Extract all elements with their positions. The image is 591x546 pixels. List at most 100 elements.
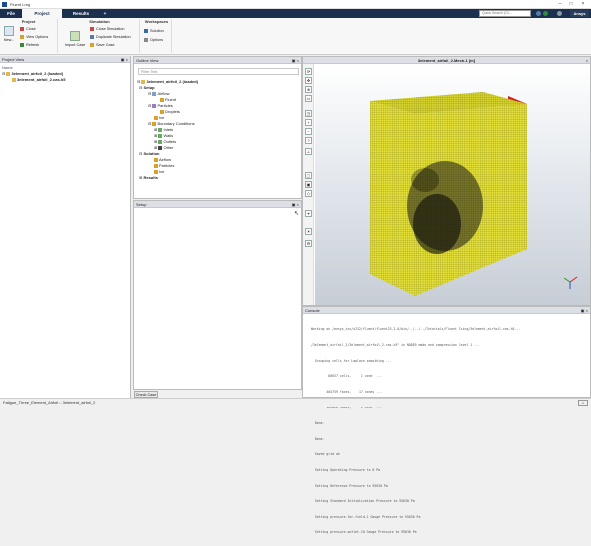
tree-droplets[interactable]: Droplets <box>160 109 180 114</box>
panel-controls-icon[interactable]: ▣ × <box>292 201 299 208</box>
pan-icon[interactable]: ✥ <box>305 77 312 84</box>
import-icon <box>70 31 80 41</box>
tab-add[interactable]: + <box>100 9 110 18</box>
case-file-icon <box>12 77 16 82</box>
solution-ice-icon <box>154 169 158 174</box>
tree-results[interactable]: ⊞ Results <box>139 175 158 180</box>
tree-root[interactable]: ⊟ 3element_airfoil_2 (loaded) <box>137 79 198 84</box>
outline-filter-input[interactable]: Filter Text <box>138 68 299 75</box>
group-title-simulation: Simulation <box>89 19 110 24</box>
panel-controls-icon[interactable]: ▣ × <box>581 307 588 314</box>
tab-file[interactable]: File <box>0 9 22 18</box>
console-panel: Console ▣ × Working on /ansys_inc/v232/f… <box>302 306 591 534</box>
outline-view-header: Outline View ▣ × <box>134 57 301 64</box>
close-window-button[interactable]: × <box>579 1 587 8</box>
refresh-icon <box>20 43 24 47</box>
tree-setup[interactable]: ⊟ Setup <box>139 85 155 90</box>
ribbon-group-workspaces: Workspaces Solution Options <box>142 19 172 53</box>
ribbon: Project New... Close View Options Refres… <box>0 18 591 55</box>
tree-other[interactable]: ⊞ Other <box>154 145 173 150</box>
tree-outlets[interactable]: ⊞ Outlets <box>154 139 176 144</box>
minimize-button[interactable]: – <box>556 1 564 8</box>
options-button[interactable]: Options <box>144 38 163 42</box>
panel-controls-icon[interactable]: ▣ × <box>292 57 299 64</box>
search-icon[interactable] <box>536 11 541 16</box>
zoom-in-icon[interactable]: + <box>305 119 312 126</box>
project-tree-column-name: Name <box>2 65 13 70</box>
zoom-out-icon[interactable]: − <box>305 128 312 135</box>
outlets-icon <box>158 139 163 144</box>
inlets-icon <box>158 127 163 132</box>
tree-fluent[interactable]: Fluent <box>160 97 176 102</box>
new-file-icon <box>4 26 14 36</box>
ice-icon <box>154 115 158 120</box>
solution-airflow-icon <box>154 157 158 162</box>
tree-inlets[interactable]: ⊞ Inlets <box>154 127 173 132</box>
tab-project[interactable]: Project <box>22 9 62 18</box>
ribbon-group-simulation: Simulation Import Case Close Simulation … <box>60 19 140 53</box>
probe-icon[interactable]: ? <box>305 137 312 144</box>
settings-icon[interactable]: ⚙ <box>305 240 312 247</box>
3d-viewport[interactable] <box>315 64 590 305</box>
zoom-icon[interactable]: ⊕ <box>305 86 312 93</box>
tree-solution-ice[interactable]: Ice <box>154 169 164 174</box>
tree-boundary-conditions[interactable]: ⊟ Boundary Conditions <box>148 121 195 126</box>
rotate-icon[interactable]: ⟳ <box>305 68 312 75</box>
panel-controls-icon[interactable]: ▣ × <box>121 56 128 63</box>
tab-results[interactable]: Results <box>62 9 100 18</box>
gear-icon <box>144 38 148 42</box>
project-tree-root[interactable]: ⊟ 3element_airfoil_2 (loaded) <box>2 71 63 76</box>
duplicate-icon <box>90 35 94 39</box>
boundary-conditions-icon <box>152 121 157 126</box>
status-path: Fatigue_Three_Element_Airfoil <box>3 400 59 405</box>
axes-toggle-icon[interactable]: ⌖ <box>305 210 312 217</box>
import-case-button[interactable]: Import Case <box>62 31 88 47</box>
view-iso-icon[interactable]: ◇ <box>305 190 312 197</box>
zoom-box-icon[interactable]: ▭ <box>305 95 312 102</box>
outline-view-panel: Outline View ▣ × Filter Text ⊟ 3element_… <box>133 56 302 199</box>
airflow-icon <box>152 91 157 96</box>
axis-triad <box>563 276 578 289</box>
tree-walls[interactable]: ⊞ Walls <box>154 133 173 138</box>
refresh-button[interactable]: Refresh <box>20 43 39 47</box>
status-icon <box>543 11 548 16</box>
tree-airflow[interactable]: ⊟ Airflow <box>148 91 169 96</box>
console-output[interactable]: Working on /ansys_inc/v232/fluent/fluent… <box>311 317 589 546</box>
tree-particles[interactable]: ⊟ Particles <box>148 103 173 108</box>
close-graphics-icon[interactable]: × <box>586 57 588 64</box>
fit-icon[interactable]: ◳ <box>305 110 312 117</box>
notification-icon[interactable]: ⚠ <box>578 400 588 406</box>
close-simulation-icon <box>90 27 94 31</box>
tree-solution-airflow[interactable]: Airflow <box>154 157 171 162</box>
solution-particles-icon <box>154 163 158 168</box>
project-tree-case-file[interactable]: 3element_airfoil_2.cas.h5 <box>12 77 65 82</box>
save-case-button[interactable]: Save Case <box>90 43 115 47</box>
solution-workspace-button[interactable]: Solution <box>144 29 164 33</box>
check-case-button[interactable]: Check Case <box>134 391 158 398</box>
mesh-render <box>370 92 578 296</box>
status-bar: Fatigue_Three_Element_Airfoil :: 3elemen… <box>0 398 591 407</box>
maximize-button[interactable]: □ <box>567 1 575 8</box>
tree-ice[interactable]: Ice <box>154 115 164 120</box>
view-back-icon[interactable]: ▣ <box>305 181 312 188</box>
close-project-button[interactable]: Close <box>20 27 36 31</box>
case-icon <box>141 79 146 84</box>
walls-icon <box>158 133 163 138</box>
tree-solution[interactable]: ⊟ Solution <box>139 151 159 156</box>
new-button[interactable]: New... <box>2 26 16 42</box>
gear-icon[interactable] <box>557 11 562 16</box>
quick-search-input[interactable]: Quick Search (Ct... <box>479 10 531 17</box>
view-options-button[interactable]: View Options <box>20 35 48 39</box>
close-simulation-button[interactable]: Close Simulation <box>90 27 125 31</box>
folder-icon <box>6 71 11 76</box>
duplicate-simulation-button[interactable]: Duplicate Simulation <box>90 35 131 39</box>
ribbon-tab-bar: File Project Results + Quick Search (Ct.… <box>0 9 591 18</box>
axis-icon[interactable]: ⊥ <box>305 148 312 155</box>
fluent-icon <box>160 97 164 102</box>
tree-solution-particles[interactable]: Particles <box>154 163 174 168</box>
other-icon <box>158 145 163 150</box>
view-front-icon[interactable]: ▢ <box>305 172 312 179</box>
graphics-header: 3element_airfoil_2.Mesh-1 [m] × <box>303 57 590 64</box>
setup-panel-header: Setup ▣ × <box>134 201 301 208</box>
lights-icon[interactable]: ☀ <box>305 228 312 235</box>
